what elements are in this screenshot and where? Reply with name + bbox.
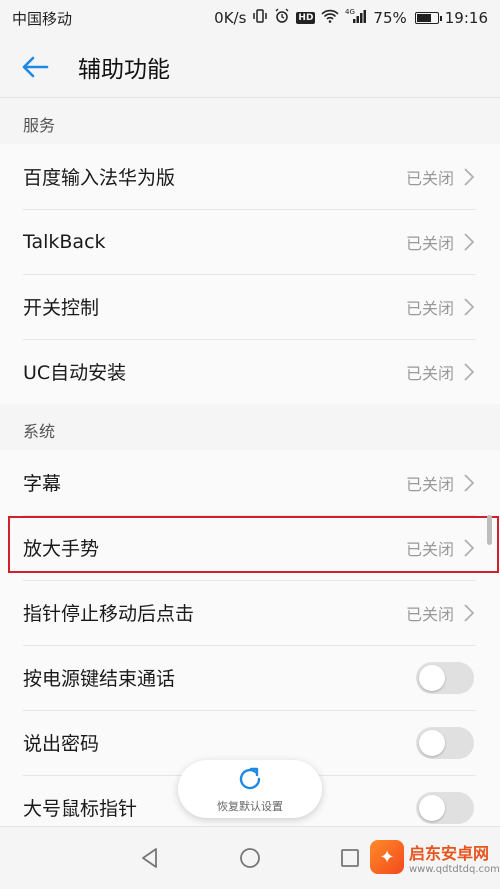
status-icons: 0K/s HD 4G 75% 19:16 bbox=[214, 8, 488, 28]
nav-recents-button[interactable] bbox=[330, 838, 370, 878]
clock: 19:16 bbox=[444, 9, 488, 27]
chevron-right-icon bbox=[464, 167, 475, 186]
setting-status: 已关闭 bbox=[405, 474, 454, 494]
chevron-right-icon bbox=[464, 232, 475, 251]
nav-home-button[interactable] bbox=[230, 838, 270, 878]
battery-percent: 75% bbox=[373, 9, 407, 27]
carrier-name: 中国移动 bbox=[12, 9, 73, 28]
nav-back-button[interactable] bbox=[130, 838, 170, 878]
setting-power-ends-call[interactable]: 按电源键结束通话 bbox=[0, 645, 500, 710]
setting-uc-auto-install[interactable]: UC自动安装 已关闭 bbox=[0, 339, 500, 404]
setting-status: 已关闭 bbox=[405, 539, 454, 559]
chevron-right-icon bbox=[464, 603, 475, 622]
section-header-services: 服务 bbox=[0, 98, 500, 144]
setting-switch-access[interactable]: 开关控制 已关闭 bbox=[0, 274, 500, 339]
restore-defaults-button[interactable]: 恢复默认设置 bbox=[178, 760, 322, 818]
back-button[interactable] bbox=[0, 36, 70, 98]
setting-captions[interactable]: 字幕 已关闭 bbox=[0, 450, 500, 515]
settings-list[interactable]: 服务 百度输入法华为版 已关闭 TalkBack 已关闭 开关控制 已关闭 UC… bbox=[0, 98, 500, 826]
scrollbar[interactable] bbox=[487, 515, 492, 545]
setting-magnification-gesture[interactable]: 放大手势 已关闭 bbox=[0, 515, 500, 580]
network-speed: 0K/s bbox=[214, 9, 247, 27]
arrow-left-icon bbox=[22, 56, 49, 77]
refresh-icon bbox=[239, 767, 261, 790]
chevron-right-icon bbox=[464, 362, 475, 381]
network-type: 4G bbox=[345, 8, 355, 16]
setting-talkback[interactable]: TalkBack 已关闭 bbox=[0, 209, 500, 274]
chevron-right-icon bbox=[464, 538, 475, 557]
speak-passwords-toggle[interactable] bbox=[416, 726, 474, 759]
setting-label: 百度输入法华为版 bbox=[23, 167, 176, 189]
hd-icon: HD bbox=[296, 12, 316, 24]
chevron-right-icon bbox=[464, 473, 475, 492]
chevron-right-icon bbox=[464, 297, 475, 316]
restore-defaults-label: 恢复默认设置 bbox=[217, 800, 283, 813]
battery-fill bbox=[416, 14, 432, 22]
battery-icon bbox=[414, 12, 442, 24]
circle-home-icon bbox=[240, 848, 260, 868]
setting-status: 已关闭 bbox=[405, 233, 454, 253]
alarm-icon bbox=[274, 8, 290, 28]
setting-status: 已关闭 bbox=[405, 604, 454, 624]
setting-status: 已关闭 bbox=[405, 168, 454, 188]
wifi-icon bbox=[321, 9, 340, 27]
setting-label: 指针停止移动后点击 bbox=[23, 603, 195, 625]
watermark-text: 启东安卓网 www.qdtdtdq.com bbox=[409, 840, 500, 875]
power-ends-call-toggle[interactable] bbox=[416, 661, 474, 694]
vibrate-icon bbox=[252, 8, 268, 28]
toggle-knob bbox=[419, 664, 445, 691]
setting-label: 字幕 bbox=[23, 473, 62, 495]
setting-baidu-input[interactable]: 百度输入法华为版 已关闭 bbox=[0, 144, 500, 209]
triangle-back-icon bbox=[142, 848, 157, 868]
watermark-url: www.qdtdtdq.com bbox=[409, 863, 500, 875]
page-title: 辅助功能 bbox=[78, 56, 170, 83]
setting-label: 开关控制 bbox=[23, 297, 100, 319]
setting-status: 已关闭 bbox=[405, 363, 454, 383]
toggle-knob bbox=[419, 729, 445, 756]
watermark: ✦ 启东安卓网 www.qdtdtdq.com bbox=[370, 828, 500, 886]
toggle-knob bbox=[419, 794, 445, 821]
watermark-logo-icon: ✦ bbox=[370, 840, 404, 874]
section-header-system: 系统 bbox=[0, 404, 500, 450]
setting-label: 按电源键结束通话 bbox=[23, 668, 176, 690]
setting-label: TalkBack bbox=[23, 230, 106, 253]
app-bar: 辅助功能 bbox=[0, 36, 500, 98]
setting-label: UC自动安装 bbox=[23, 362, 127, 384]
cell-signal-icon: 4G bbox=[345, 8, 367, 28]
setting-label: 说出密码 bbox=[23, 733, 100, 755]
square-recents-icon bbox=[341, 849, 359, 867]
large-pointer-toggle[interactable] bbox=[416, 791, 474, 824]
setting-status: 已关闭 bbox=[405, 298, 454, 318]
status-bar: 中国移动 0K/s HD 4G 75% 19:16 bbox=[0, 0, 500, 36]
watermark-name: 启东安卓网 bbox=[409, 843, 490, 863]
setting-label: 放大手势 bbox=[23, 538, 100, 560]
setting-dwell-click[interactable]: 指针停止移动后点击 已关闭 bbox=[0, 580, 500, 645]
